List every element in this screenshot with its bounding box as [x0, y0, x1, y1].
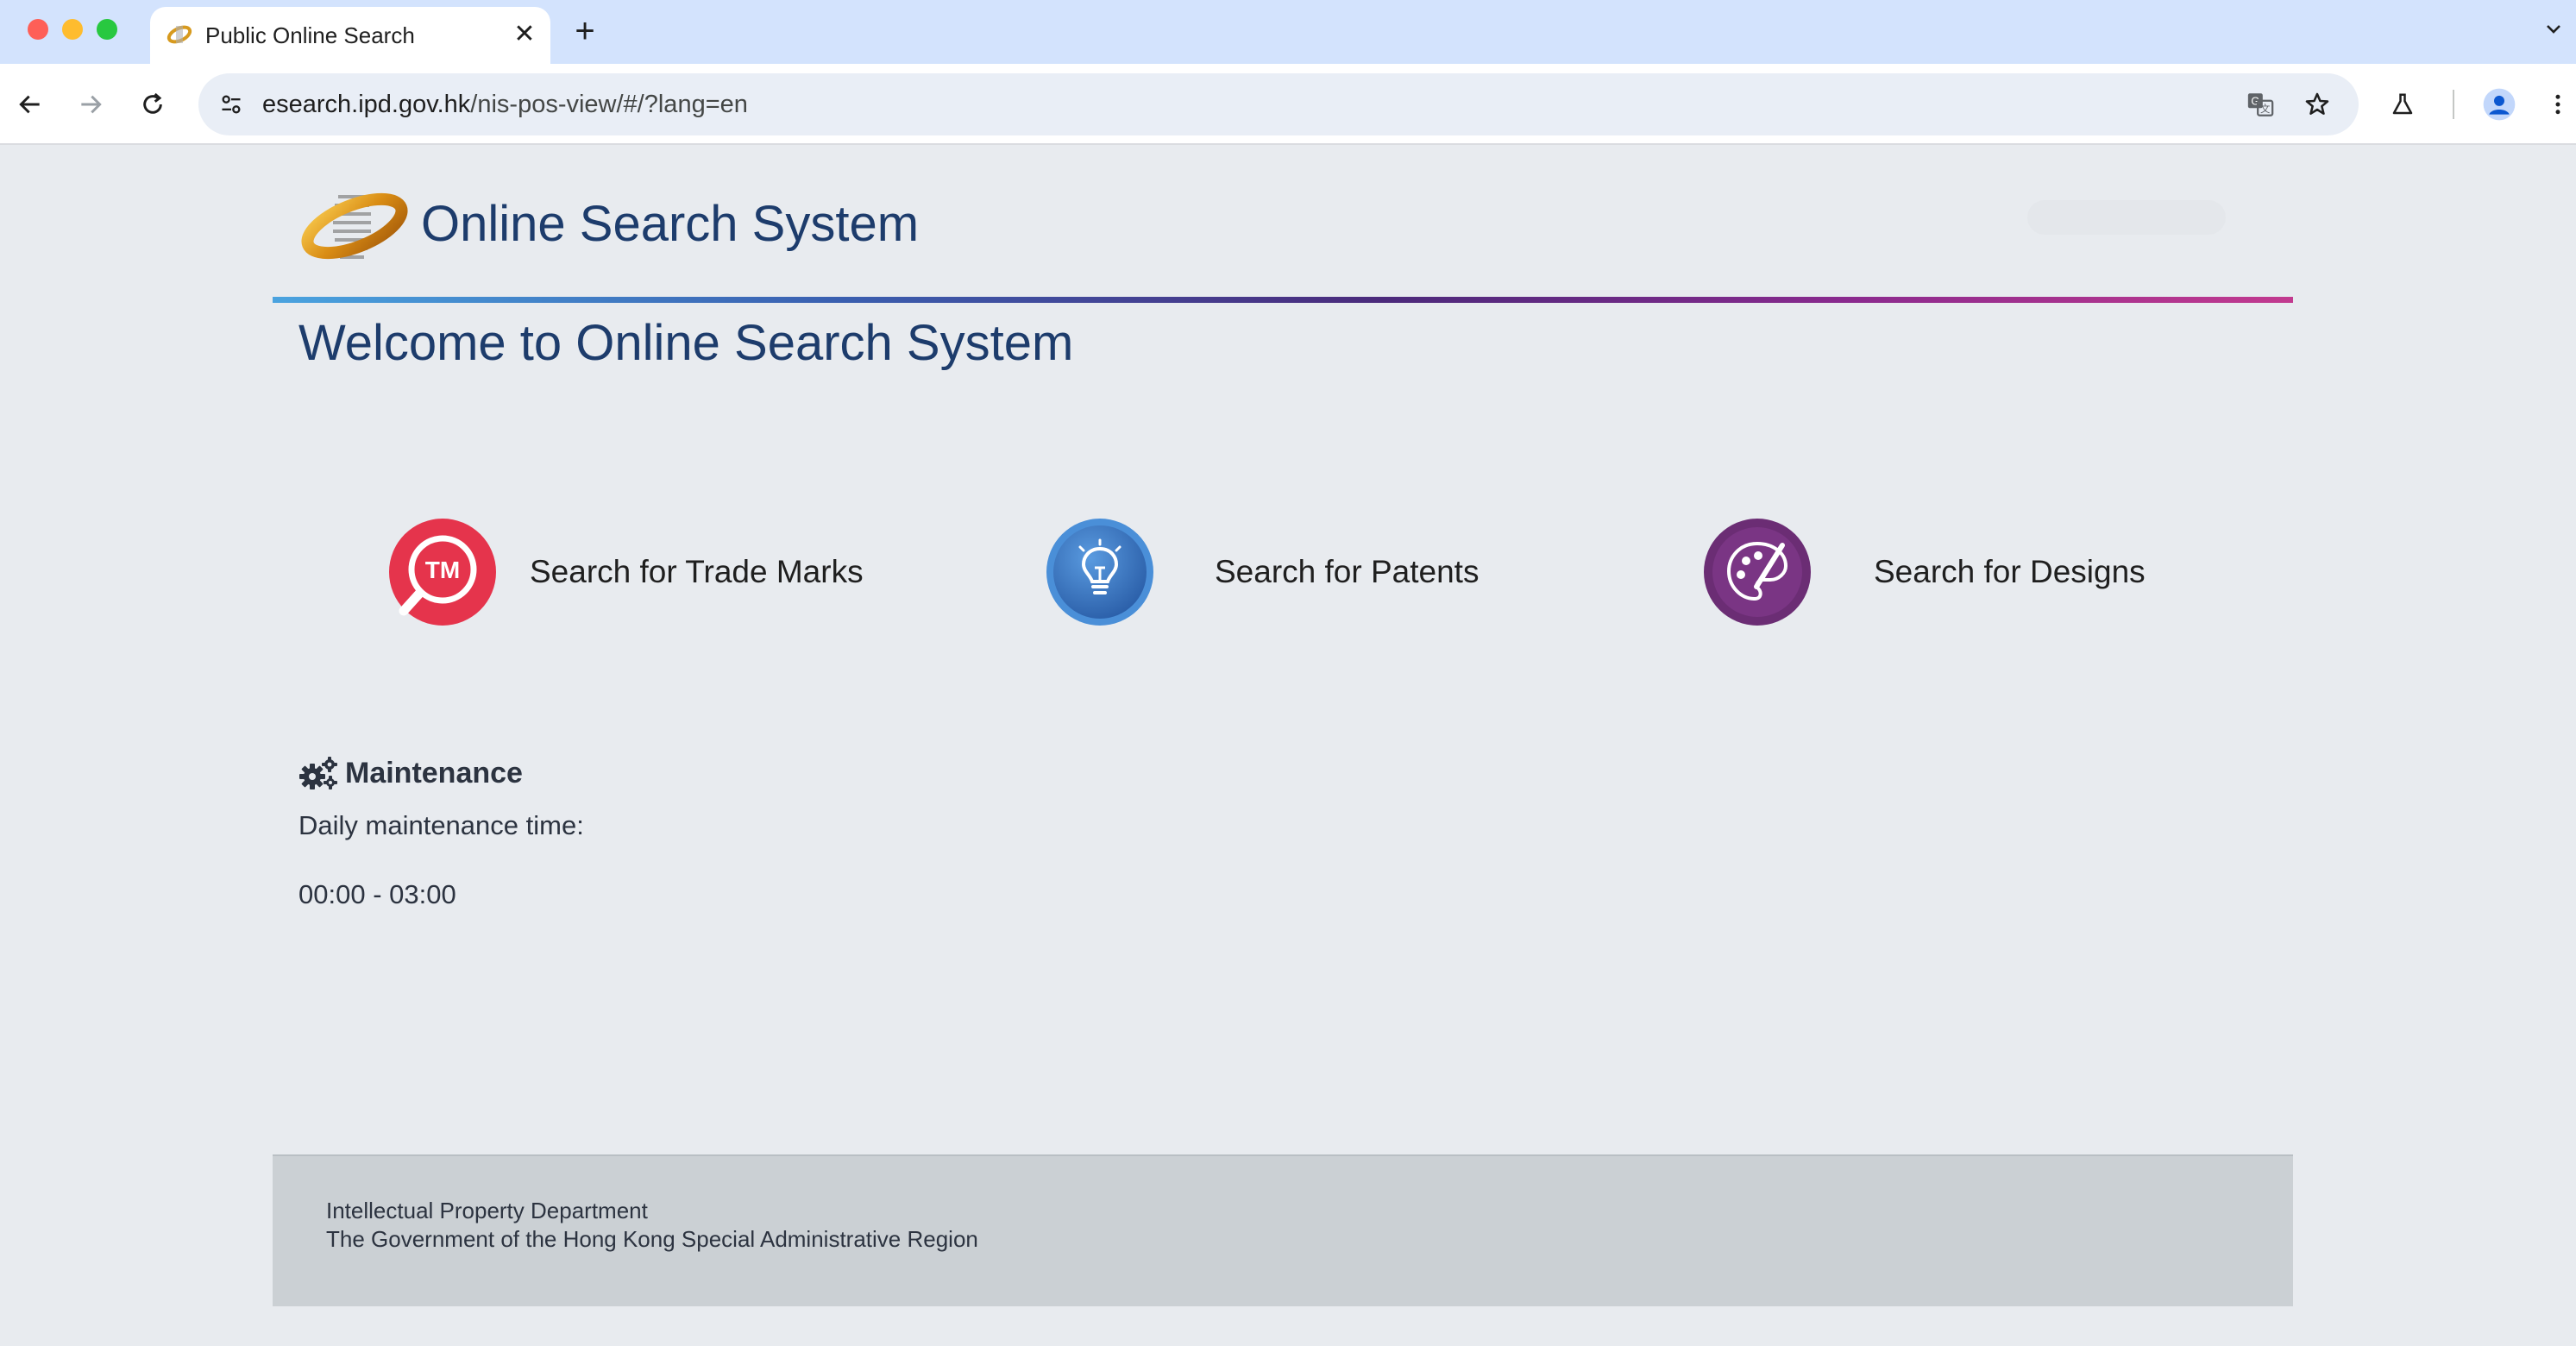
- forward-arrow-icon[interactable]: [69, 83, 112, 126]
- bookmark-star-icon[interactable]: [2300, 87, 2334, 122]
- labs-flask-icon[interactable]: [2381, 83, 2424, 126]
- browser-tab-strip: Public Online Search ✕ +: [0, 0, 2576, 64]
- maintenance-heading: Maintenance: [298, 754, 523, 792]
- language-toggle-placeholder: [2027, 200, 2226, 235]
- svg-text:TM: TM: [425, 557, 460, 583]
- footer-department: Intellectual Property Department: [326, 1198, 648, 1223]
- search-patents-link[interactable]: Search for Patents: [1046, 516, 1479, 628]
- header-divider: [273, 297, 2293, 303]
- search-trade-marks-link[interactable]: TM Search for Trade Marks: [388, 516, 864, 628]
- search-designs-link[interactable]: Search for Designs: [1703, 516, 2146, 628]
- svg-text:文: 文: [2260, 103, 2270, 115]
- tab-search-chevron-icon[interactable]: [2536, 14, 2571, 48]
- tab-title: Public Online Search: [205, 22, 415, 48]
- tab-close-icon[interactable]: ✕: [509, 19, 540, 50]
- page-content: Online Search System Welcome to Online S…: [0, 145, 2576, 1346]
- browser-tab-active[interactable]: Public Online Search ✕: [150, 7, 550, 64]
- site-info-icon[interactable]: [214, 87, 248, 122]
- search-patents-label: Search for Patents: [1215, 554, 1480, 589]
- new-tab-button[interactable]: +: [566, 12, 604, 50]
- more-menu-icon[interactable]: [2536, 83, 2576, 126]
- url-text: esearch.ipd.gov.hk/nis-pos-view/#/?lang=…: [262, 91, 748, 119]
- maintenance-time: 00:00 - 03:00: [298, 879, 456, 909]
- toolbar-separator: [2453, 90, 2454, 119]
- ipd-favicon-icon: [166, 25, 192, 44]
- page-footer: Intellectual Property Department The Gov…: [273, 1154, 2293, 1306]
- palette-icon: [1704, 519, 1811, 626]
- lightbulb-icon: [1046, 519, 1153, 626]
- url-path: /nis-pos-view/#/?lang=en: [470, 91, 748, 118]
- translate-icon[interactable]: G 文: [2243, 87, 2278, 122]
- back-arrow-icon[interactable]: [9, 83, 52, 126]
- window-minimize-button[interactable]: [62, 19, 83, 40]
- profile-avatar-icon[interactable]: [2478, 83, 2521, 126]
- reload-icon[interactable]: [131, 83, 174, 126]
- search-designs-label: Search for Designs: [1874, 554, 2146, 589]
- window-close-button[interactable]: [28, 19, 48, 40]
- window-maximize-button[interactable]: [97, 19, 117, 40]
- welcome-heading: Welcome to Online Search System: [298, 315, 1074, 371]
- ipd-logo-icon[interactable]: [298, 181, 411, 274]
- maintenance-description: Daily maintenance time:: [298, 810, 584, 840]
- trade-mark-search-icon: TM: [389, 519, 496, 626]
- site-title[interactable]: Online Search System: [421, 195, 919, 253]
- search-trade-marks-label: Search for Trade Marks: [530, 554, 864, 589]
- gears-icon: [299, 757, 337, 789]
- url-domain: esearch.ipd.gov.hk: [262, 91, 471, 118]
- footer-government: The Government of the Hong Kong Special …: [326, 1226, 978, 1252]
- maintenance-title: Maintenance: [345, 756, 523, 789]
- address-bar[interactable]: esearch.ipd.gov.hk/nis-pos-view/#/?lang=…: [198, 73, 2359, 135]
- browser-toolbar: esearch.ipd.gov.hk/nis-pos-view/#/?lang=…: [0, 64, 2576, 145]
